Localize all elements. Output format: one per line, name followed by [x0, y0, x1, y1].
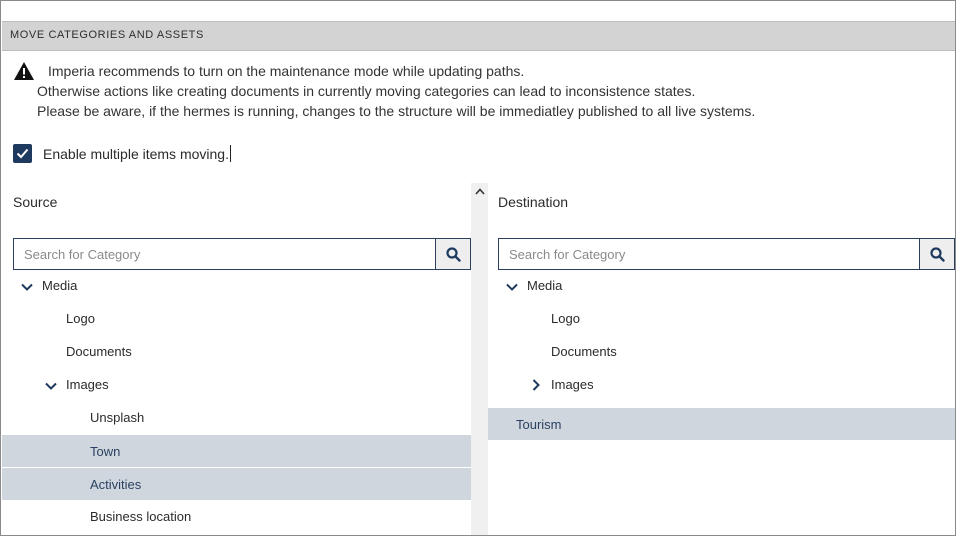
tree-item-label: Documents	[66, 343, 132, 359]
tree-item-label: Business location	[90, 508, 192, 524]
destination-tree-item-media[interactable]: Media	[488, 269, 955, 301]
warning-line-3: Please be aware, if the hermes is runnin…	[37, 103, 756, 119]
source-search-button[interactable]	[435, 238, 471, 270]
warning-line-2: Otherwise actions like creating document…	[37, 83, 696, 99]
source-tree-item-unsplash[interactable]: Unsplash	[1, 401, 471, 433]
chevron-down-icon	[505, 280, 519, 294]
source-search-input[interactable]	[14, 239, 434, 269]
checkmark-icon	[16, 148, 29, 159]
chevron-up-icon	[474, 188, 485, 195]
source-search	[13, 238, 471, 270]
tree-item-label: Unsplash	[90, 409, 145, 425]
chevron-down-icon	[20, 280, 34, 294]
destination-label: Destination	[498, 194, 569, 210]
dialog-header: MOVE CATEGORIES AND ASSETS	[2, 21, 955, 51]
scroll-up-button[interactable]	[471, 183, 488, 200]
multi-move-checkbox[interactable]	[13, 144, 32, 163]
source-tree-item-media[interactable]: Media	[1, 269, 471, 301]
destination-search-input[interactable]	[499, 239, 919, 269]
warning-triangle-icon	[14, 62, 34, 80]
tree-item-label: Activities	[90, 476, 142, 492]
destination-tree-item-documents[interactable]: Documents	[488, 335, 955, 367]
source-tree-item-documents[interactable]: Documents	[1, 335, 471, 367]
multi-move-label[interactable]: Enable multiple items moving.	[43, 145, 231, 162]
source-tree-item-business-location[interactable]: Business location	[1, 500, 471, 532]
search-icon	[929, 246, 945, 262]
tree-item-label: Media	[42, 277, 78, 293]
tree-item-label: Tourism	[516, 416, 562, 432]
tree-item-label: Images	[551, 376, 594, 392]
move-categories-dialog: MOVE CATEGORIES AND ASSETS Imperia recom…	[0, 0, 956, 536]
source-label: Source	[13, 194, 58, 210]
source-scrollbar[interactable]	[471, 183, 488, 535]
destination-search-button[interactable]	[919, 238, 955, 270]
tree-item-label: Documents	[551, 343, 617, 359]
text-caret	[229, 145, 231, 162]
source-tree-item-activities[interactable]: Activities	[2, 468, 471, 500]
tree-item-label: Logo	[66, 310, 95, 326]
tree-item-label: Media	[527, 277, 563, 293]
destination-tree-item-images[interactable]: Images	[488, 368, 955, 400]
source-tree-item-town[interactable]: Town	[2, 435, 471, 467]
destination-tree-item-logo[interactable]: Logo	[488, 302, 955, 334]
destination-search	[498, 238, 955, 270]
tree-item-label: Images	[66, 376, 109, 392]
tree-item-label: Town	[90, 443, 121, 459]
dialog-title: MOVE CATEGORIES AND ASSETS	[10, 29, 204, 41]
source-tree-item-logo[interactable]: Logo	[1, 302, 471, 334]
chevron-down-icon	[44, 379, 58, 393]
tree-item-label: Logo	[551, 310, 580, 326]
warning-line-1: Imperia recommends to turn on the mainte…	[48, 63, 525, 79]
source-tree-item-images[interactable]: Images	[1, 368, 471, 400]
search-icon	[445, 246, 461, 262]
destination-tree-item-tourism[interactable]: Tourism	[488, 408, 955, 440]
chevron-right-icon	[529, 378, 543, 392]
